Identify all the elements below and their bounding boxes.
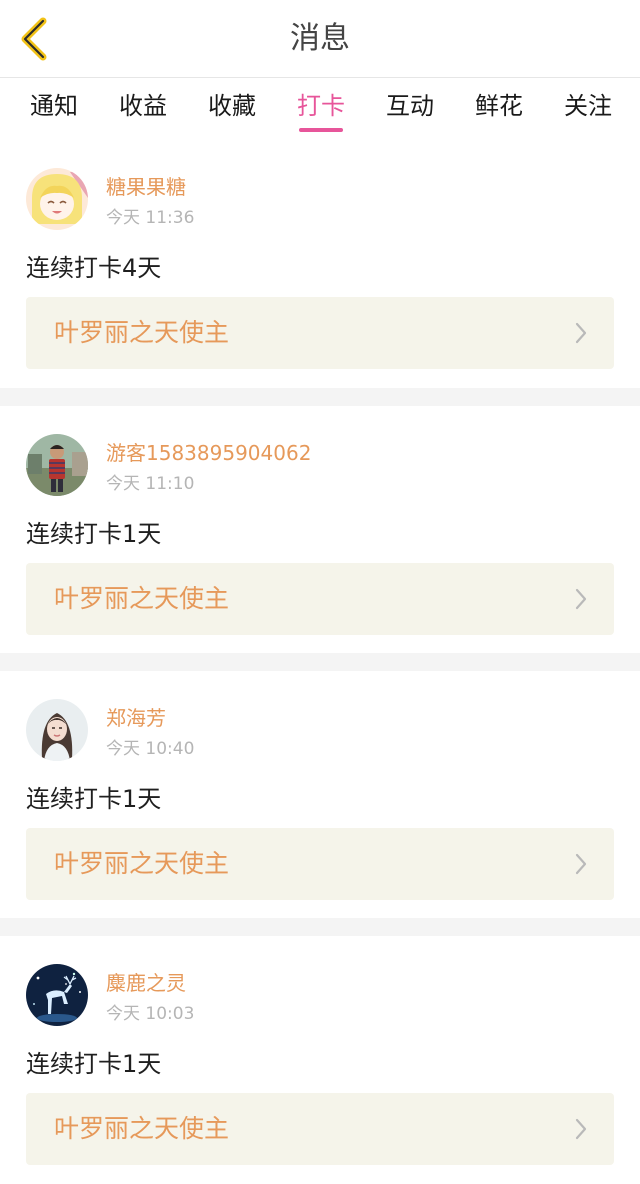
avatar[interactable]: [26, 964, 88, 1026]
tab-earnings[interactable]: 收益: [103, 78, 183, 140]
tab-interaction[interactable]: 互动: [370, 78, 450, 140]
group-name: 叶罗丽之天使主: [54, 318, 230, 347]
list-item: 糖果果糖 今天 11:36 连续打卡4天 叶罗丽之天使主: [0, 140, 640, 388]
group-name: 叶罗丽之天使主: [54, 1114, 230, 1143]
timestamp: 今天 11:10: [106, 474, 195, 494]
divider: [0, 653, 640, 671]
deer-avatar-icon: [26, 964, 88, 1026]
tab-label: 关注: [564, 92, 612, 120]
tab-flowers[interactable]: 鲜花: [459, 78, 539, 140]
tab-following[interactable]: 关注: [548, 78, 628, 140]
username[interactable]: 麋鹿之灵: [106, 967, 186, 996]
boy-photo-avatar-icon: [26, 434, 88, 496]
list-item: 郑海芳 今天 10:40 连续打卡1天 叶罗丽之天使主: [0, 671, 640, 918]
group-name: 叶罗丽之天使主: [54, 584, 230, 613]
chevron-right-icon: [575, 853, 587, 875]
group-name: 叶罗丽之天使主: [54, 849, 230, 878]
group-link[interactable]: 叶罗丽之天使主: [26, 828, 614, 900]
divider: [0, 388, 640, 406]
group-link[interactable]: 叶罗丽之天使主: [26, 1093, 614, 1165]
username[interactable]: 游客1583895904062: [106, 437, 311, 466]
avatar[interactable]: [26, 699, 88, 761]
list-item: 游客1583895904062 今天 11:10 连续打卡1天 叶罗丽之天使主: [0, 406, 640, 653]
tab-bar: 通知 收益 收藏 打卡 互动 鲜花 关注: [0, 78, 640, 140]
checkin-text: 连续打卡1天: [26, 1050, 162, 1078]
checkin-text: 连续打卡4天: [26, 254, 162, 282]
anime-girl-avatar-icon: [26, 168, 88, 230]
list-item: 麋鹿之灵 今天 10:03 连续打卡1天 叶罗丽之天使主: [0, 936, 640, 1184]
checkin-text: 连续打卡1天: [26, 520, 162, 548]
divider: [0, 918, 640, 936]
tab-label: 互动: [386, 92, 434, 120]
timestamp: 今天 10:03: [106, 1004, 195, 1024]
username[interactable]: 郑海芳: [106, 702, 166, 731]
username[interactable]: 糖果果糖: [106, 171, 186, 200]
group-link[interactable]: 叶罗丽之天使主: [26, 297, 614, 369]
timestamp: 今天 10:40: [106, 739, 195, 759]
tab-notice[interactable]: 通知: [14, 78, 94, 140]
tab-label: 通知: [30, 92, 78, 120]
tab-label: 收藏: [208, 92, 256, 120]
woman-photo-avatar-icon: [26, 699, 88, 761]
chevron-right-icon: [575, 588, 587, 610]
tab-checkin[interactable]: 打卡: [281, 78, 361, 140]
top-bar: 消息: [0, 0, 640, 78]
page-title: 消息: [290, 21, 350, 56]
tab-label: 打卡: [297, 92, 345, 120]
timestamp: 今天 11:36: [106, 208, 195, 228]
tab-underline: [299, 128, 343, 132]
tab-favorites[interactable]: 收藏: [192, 78, 272, 140]
chevron-right-icon: [575, 1118, 587, 1140]
tab-label: 鲜花: [475, 92, 523, 120]
avatar[interactable]: [26, 168, 88, 230]
chevron-right-icon: [575, 322, 587, 344]
avatar[interactable]: [26, 434, 88, 496]
group-link[interactable]: 叶罗丽之天使主: [26, 563, 614, 635]
checkin-text: 连续打卡1天: [26, 785, 162, 813]
tab-label: 收益: [119, 92, 167, 120]
